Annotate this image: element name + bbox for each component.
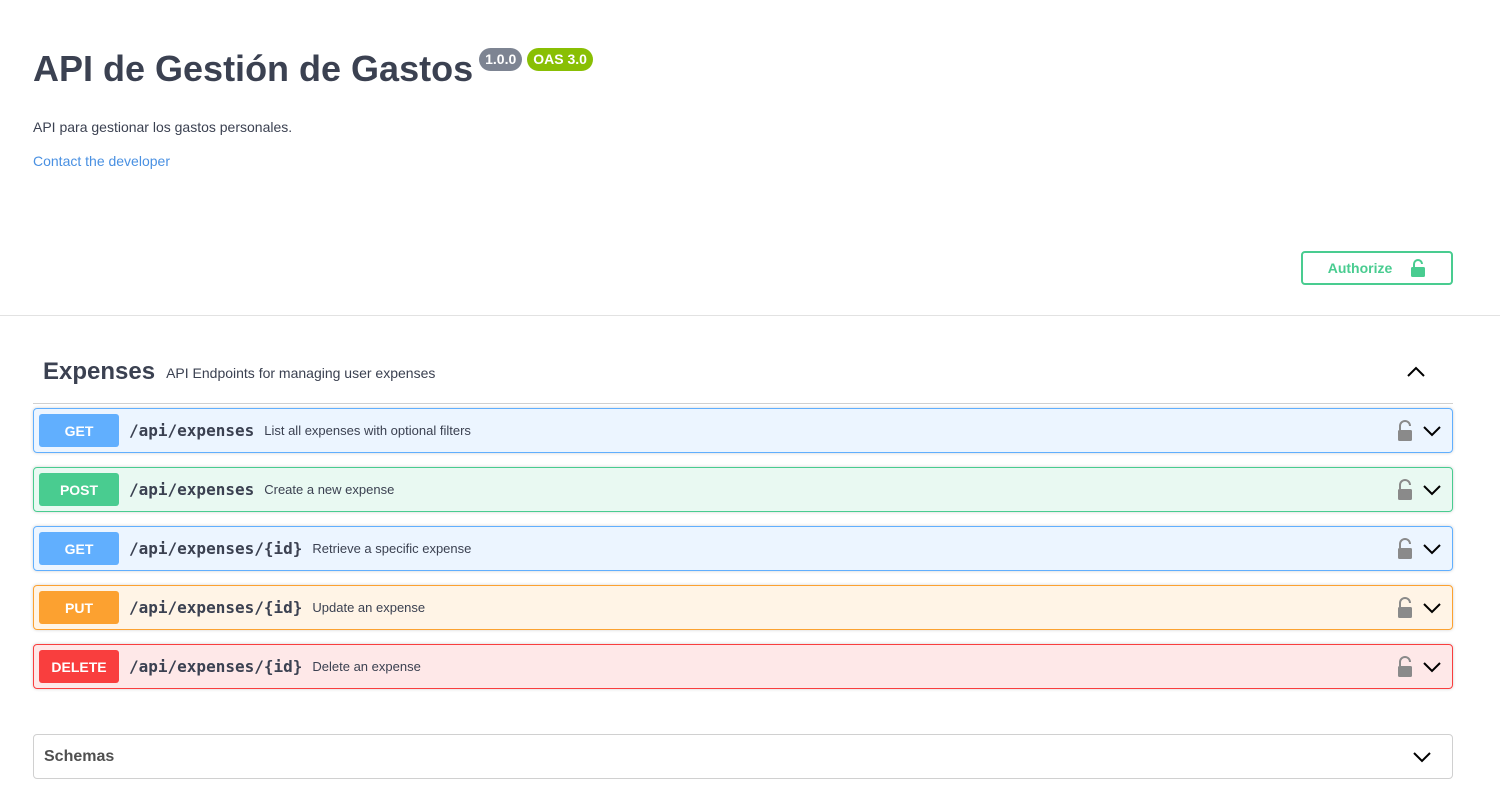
operation-path: /api/expenses xyxy=(129,421,255,440)
authorize-button[interactable]: Authorize xyxy=(1301,251,1453,285)
lock-icon[interactable] xyxy=(1396,538,1414,560)
method-badge: DELETE xyxy=(39,650,119,683)
method-badge: GET xyxy=(39,532,119,565)
operation-get-expense-by-id[interactable]: GET /api/expenses/{id} Retrieve a specif… xyxy=(33,526,1453,571)
operation-path: /api/expenses/{id} xyxy=(129,539,303,558)
authorize-label: Authorize xyxy=(1327,260,1393,276)
operation-summary: Retrieve a specific expense xyxy=(312,541,472,556)
api-title: API de Gestión de Gastos xyxy=(33,48,474,89)
tag-header-expenses[interactable]: Expenses API Endpoints for managing user… xyxy=(33,340,1453,404)
operation-summary: Delete an expense xyxy=(312,659,421,674)
lock-icon[interactable] xyxy=(1396,420,1414,442)
tag-description: API Endpoints for managing user expenses xyxy=(166,365,436,381)
chevron-down-icon[interactable] xyxy=(1422,421,1442,441)
chevron-down-icon[interactable] xyxy=(1422,480,1442,500)
operation-path: /api/expenses/{id} xyxy=(129,657,303,676)
chevron-down-icon[interactable] xyxy=(1422,598,1442,618)
chevron-down-icon[interactable] xyxy=(1422,657,1442,677)
method-badge: GET xyxy=(39,414,119,447)
method-badge: PUT xyxy=(39,591,119,624)
info-section: API de Gestión de Gastos 1.0.0 OAS 3.0 A… xyxy=(0,0,1500,316)
api-description: API para gestionar los gastos personales… xyxy=(33,119,293,135)
operation-delete-expense[interactable]: DELETE /api/expenses/{id} Delete an expe… xyxy=(33,644,1453,689)
tag-name: Expenses xyxy=(43,357,156,385)
chevron-down-icon[interactable] xyxy=(1422,539,1442,559)
lock-icon[interactable] xyxy=(1396,479,1414,501)
version-badge: 1.0.0 xyxy=(479,48,523,71)
chevron-down-icon[interactable] xyxy=(1412,747,1432,767)
operation-get-expenses[interactable]: GET /api/expenses List all expenses with… xyxy=(33,408,1453,453)
unlock-icon xyxy=(1411,259,1426,277)
oas-badge: OAS 3.0 xyxy=(527,48,593,71)
operation-path: /api/expenses xyxy=(129,480,255,499)
chevron-up-icon[interactable] xyxy=(1405,361,1427,383)
schemas-section[interactable]: Schemas xyxy=(33,734,1453,779)
schemas-title: Schemas xyxy=(44,747,115,765)
operation-put-expense[interactable]: PUT /api/expenses/{id} Update an expense xyxy=(33,585,1453,630)
operation-post-expenses[interactable]: POST /api/expenses Create a new expense xyxy=(33,467,1453,512)
lock-icon[interactable] xyxy=(1396,656,1414,678)
title-row: API de Gestión de Gastos 1.0.0 OAS 3.0 xyxy=(33,46,593,92)
operation-path: /api/expenses/{id} xyxy=(129,598,303,617)
operation-summary: List all expenses with optional filters xyxy=(264,423,471,438)
method-badge: POST xyxy=(39,473,119,506)
lock-icon[interactable] xyxy=(1396,597,1414,619)
operation-summary: Update an expense xyxy=(312,600,426,615)
contact-developer-link[interactable]: Contact the developer xyxy=(33,153,170,169)
operation-summary: Create a new expense xyxy=(264,482,395,497)
